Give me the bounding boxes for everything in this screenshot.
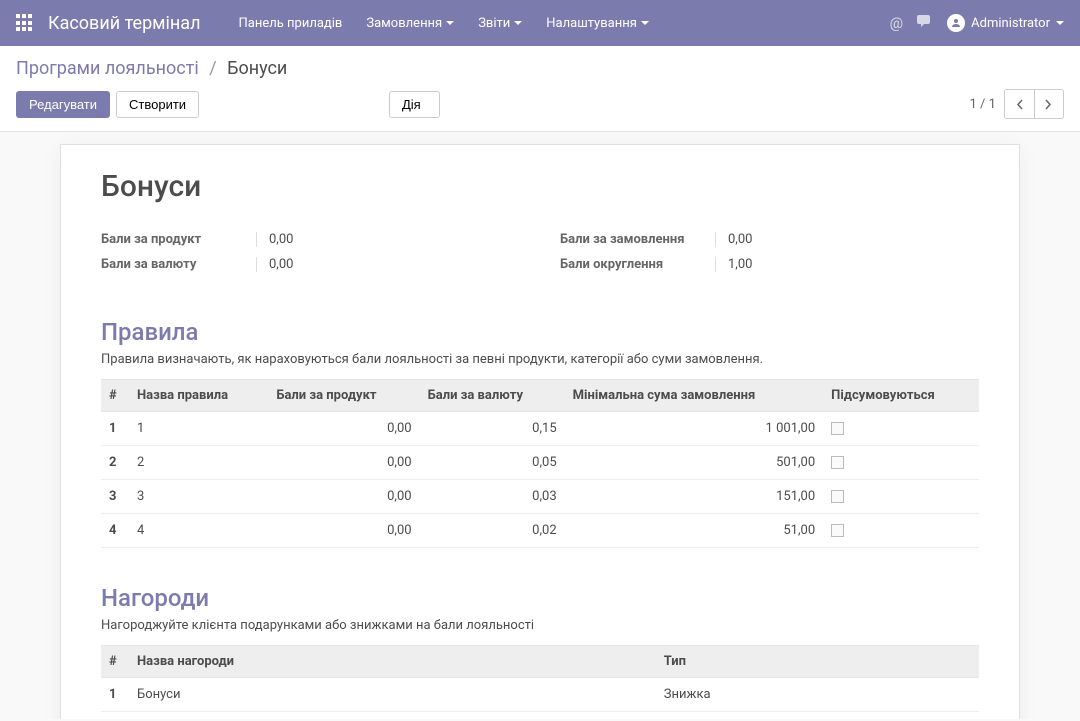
nav-item[interactable]: Панель приладів bbox=[229, 10, 353, 37]
rules-section-title: Правила bbox=[101, 318, 979, 346]
breadcrumb-current: Бонуси bbox=[227, 58, 287, 79]
reward-type: Знижка bbox=[656, 678, 979, 712]
points-currency: 0,15 bbox=[420, 412, 565, 446]
form-row: Бали за валюту0,00 bbox=[101, 257, 520, 272]
user-name: Administrator bbox=[971, 16, 1050, 31]
chat-icon[interactable] bbox=[917, 14, 933, 32]
field-label: Бали округлення bbox=[560, 257, 715, 272]
rule-name: 2 bbox=[129, 446, 268, 480]
rule-name: 3 bbox=[129, 480, 268, 514]
table-row[interactable]: 1БонусиЗнижка bbox=[101, 678, 979, 712]
action-label: Дія bbox=[402, 97, 421, 112]
points-product: 0,00 bbox=[268, 412, 419, 446]
table-row[interactable]: 440,000,0251,00 bbox=[101, 514, 979, 548]
checkbox-icon[interactable] bbox=[831, 422, 844, 435]
row-index: 4 bbox=[101, 514, 129, 548]
form-fields: Бали за продукт0,00Бали за валюту0,00 Ба… bbox=[101, 232, 979, 282]
form-row: Бали за продукт0,00 bbox=[101, 232, 520, 247]
rule-name: 4 bbox=[129, 514, 268, 548]
nav-item[interactable]: Замовлення bbox=[356, 10, 464, 37]
table-header: # bbox=[101, 646, 129, 678]
app-brand[interactable]: Касовий термінал bbox=[48, 13, 201, 34]
form-row: Бали округлення1,00 bbox=[560, 257, 979, 272]
apps-icon[interactable] bbox=[16, 14, 34, 32]
rewards-section-desc: Нагороджуйте клієнта подарунками або зни… bbox=[101, 618, 979, 633]
rewards-table: #Назва нагородиТип 1БонусиЗнижка bbox=[101, 645, 979, 712]
pager-next-button[interactable] bbox=[1034, 89, 1064, 119]
content-scroll[interactable]: Бонуси Бали за продукт0,00Бали за валюту… bbox=[0, 132, 1080, 719]
user-menu[interactable]: Administrator bbox=[947, 14, 1064, 32]
field-value: 0,00 bbox=[715, 232, 979, 247]
caret-down-icon bbox=[446, 21, 454, 25]
table-header: # bbox=[101, 380, 129, 412]
pager-prev-button[interactable] bbox=[1004, 89, 1034, 119]
table-header: Тип bbox=[656, 646, 979, 678]
table-row[interactable]: 330,000,03151,00 bbox=[101, 480, 979, 514]
field-label: Бали за замовлення bbox=[560, 232, 715, 247]
main-menu: Панель приладівЗамовленняЗвітиНалаштуван… bbox=[229, 10, 659, 37]
at-icon[interactable]: @ bbox=[890, 14, 903, 32]
field-value: 1,00 bbox=[715, 257, 979, 272]
field-value: 0,00 bbox=[256, 257, 520, 272]
table-header: Мінімальна сума замовлення bbox=[565, 380, 824, 412]
row-index: 1 bbox=[101, 412, 129, 446]
checkbox-icon[interactable] bbox=[831, 456, 844, 469]
row-index: 1 bbox=[101, 678, 129, 712]
pager-text: 1 / 1 bbox=[970, 97, 996, 112]
min-order: 51,00 bbox=[565, 514, 824, 548]
rules-table: #Назва правилаБали за продуктБали за вал… bbox=[101, 379, 979, 548]
form-row: Бали за замовлення0,00 bbox=[560, 232, 979, 247]
table-row[interactable]: 220,000,05501,00 bbox=[101, 446, 979, 480]
page-title: Бонуси bbox=[101, 169, 979, 204]
rewards-section-title: Нагороди bbox=[101, 584, 979, 612]
form-sheet: Бонуси Бали за продукт0,00Бали за валюту… bbox=[60, 144, 1020, 719]
top-navbar: Касовий термінал Панель приладівЗамовлен… bbox=[0, 0, 1080, 46]
edit-button[interactable]: Редагувати bbox=[16, 91, 110, 118]
table-header: Підсумовуються bbox=[823, 380, 979, 412]
breadcrumb-parent[interactable]: Програми лояльності bbox=[16, 58, 199, 79]
create-button[interactable]: Створити bbox=[116, 91, 199, 118]
points-currency: 0,05 bbox=[420, 446, 565, 480]
table-header: Бали за продукт bbox=[268, 380, 419, 412]
control-panel: Програми лояльності / Бонуси Редагувати … bbox=[0, 46, 1080, 132]
points-product: 0,00 bbox=[268, 514, 419, 548]
reward-name: Бонуси bbox=[129, 678, 656, 712]
caret-down-icon bbox=[514, 21, 522, 25]
min-order: 1 001,00 bbox=[565, 412, 824, 446]
checkbox-icon[interactable] bbox=[831, 524, 844, 537]
points-currency: 0,02 bbox=[420, 514, 565, 548]
field-label: Бали за валюту bbox=[101, 257, 256, 272]
avatar-icon bbox=[947, 14, 965, 32]
cumulative-cell bbox=[823, 446, 979, 480]
cumulative-cell bbox=[823, 480, 979, 514]
table-header: Бали за валюту bbox=[420, 380, 565, 412]
points-product: 0,00 bbox=[268, 480, 419, 514]
caret-down-icon bbox=[641, 21, 649, 25]
points-product: 0,00 bbox=[268, 446, 419, 480]
min-order: 151,00 bbox=[565, 480, 824, 514]
field-value: 0,00 bbox=[256, 232, 520, 247]
nav-item[interactable]: Налаштування bbox=[536, 10, 659, 37]
breadcrumb: Програми лояльності / Бонуси bbox=[16, 58, 1064, 79]
rules-section-desc: Правила визначають, як нараховуються бал… bbox=[101, 352, 979, 367]
nav-item[interactable]: Звіти bbox=[468, 10, 532, 37]
breadcrumb-separator: / bbox=[209, 58, 216, 79]
field-label: Бали за продукт bbox=[101, 232, 256, 247]
rule-name: 1 bbox=[129, 412, 268, 446]
row-index: 2 bbox=[101, 446, 129, 480]
row-index: 3 bbox=[101, 480, 129, 514]
min-order: 501,00 bbox=[565, 446, 824, 480]
table-header: Назва правила bbox=[129, 380, 268, 412]
caret-down-icon bbox=[1056, 21, 1064, 25]
action-dropdown[interactable]: Дія bbox=[389, 91, 440, 118]
pager: 1 / 1 bbox=[970, 89, 1064, 119]
cumulative-cell bbox=[823, 514, 979, 548]
table-header: Назва нагороди bbox=[129, 646, 656, 678]
cumulative-cell bbox=[823, 412, 979, 446]
checkbox-icon[interactable] bbox=[831, 490, 844, 503]
points-currency: 0,03 bbox=[420, 480, 565, 514]
table-row[interactable]: 110,000,151 001,00 bbox=[101, 412, 979, 446]
